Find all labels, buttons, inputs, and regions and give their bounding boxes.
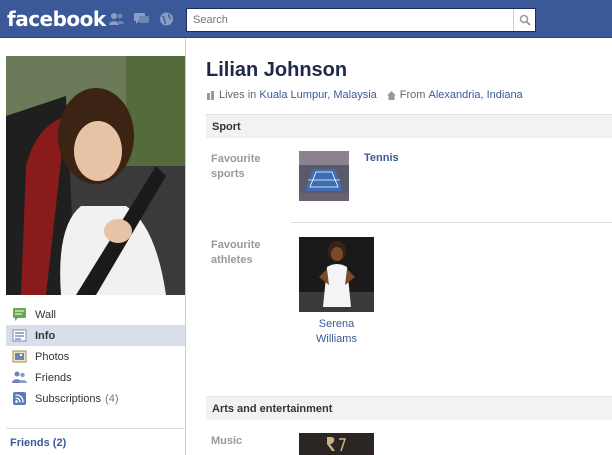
row-divider (291, 222, 612, 223)
search-button[interactable] (513, 9, 535, 31)
tennis-link[interactable]: Tennis (364, 152, 399, 164)
sidebar-item-friends[interactable]: Friends (6, 367, 185, 388)
arts-section-header: Arts and entertainment (206, 396, 612, 420)
search-input[interactable] (187, 9, 513, 31)
search-box (186, 8, 536, 32)
info-content: Lilian Johnson Lives in Kuala Lumpur, Ma… (186, 38, 612, 455)
sidebar-item-subscriptions[interactable]: Subscriptions (4) (6, 388, 185, 409)
from-prefix: From (399, 89, 426, 101)
sidebar-item-label: Subscriptions (35, 392, 102, 405)
sport-section-header: Sport (206, 114, 612, 138)
friends-icon (12, 370, 27, 385)
left-column: Wall Info Photos Friends Subscriptions (… (0, 38, 186, 455)
info-icon (12, 328, 27, 343)
section-title: Sport (212, 120, 241, 133)
serena-williams-thumbnail[interactable] (299, 237, 374, 312)
sidebar-item-info[interactable]: Info (6, 325, 185, 346)
favourite-athletes-label: Favourite athletes (211, 239, 261, 266)
sidebar-divider (6, 428, 185, 429)
notifications-globe-icon[interactable] (158, 11, 175, 27)
location-line: Lives in Kuala Lumpur, Malaysia From Ale… (206, 89, 523, 101)
serena-williams-link[interactable]: Serena Williams (299, 317, 374, 347)
profile-picture[interactable] (6, 56, 185, 295)
hometown-house-icon (386, 90, 396, 100)
sidebar-item-label: Friends (35, 371, 72, 384)
wall-icon (12, 307, 27, 322)
section-title: Arts and entertainment (212, 402, 333, 415)
location-building-icon (206, 90, 215, 100)
top-bar: facebook (0, 0, 612, 38)
favourite-sports-label: Favourite sports (211, 153, 261, 180)
sidebar-item-label: Wall (35, 308, 56, 321)
profile-nav: Wall Info Photos Friends Subscriptions (… (6, 304, 185, 409)
subscriptions-count: (4) (105, 392, 119, 405)
tennis-thumbnail[interactable] (299, 151, 349, 201)
page-title: Lilian Johnson (206, 59, 348, 81)
search-icon (519, 14, 531, 26)
sidebar-item-photos[interactable]: Photos (6, 346, 185, 367)
friend-requests-icon[interactable] (108, 11, 125, 27)
sidebar-item-label: Photos (35, 350, 70, 363)
photos-icon (12, 349, 27, 364)
music-label: Music (211, 435, 243, 447)
friends-heading[interactable]: Friends (2) (10, 437, 66, 449)
sidebar-item-label: Info (35, 329, 56, 342)
subscriptions-icon (12, 391, 27, 406)
messages-icon[interactable] (133, 11, 150, 27)
lives-in-link[interactable]: Kuala Lumpur, Malaysia (259, 89, 376, 101)
lives-prefix: Lives in (219, 89, 257, 101)
sidebar-item-wall[interactable]: Wall (6, 304, 185, 325)
hometown-link[interactable]: Alexandria, Indiana (429, 89, 523, 101)
music-thumbnail[interactable] (299, 433, 374, 455)
facebook-logo[interactable]: facebook (7, 7, 106, 31)
